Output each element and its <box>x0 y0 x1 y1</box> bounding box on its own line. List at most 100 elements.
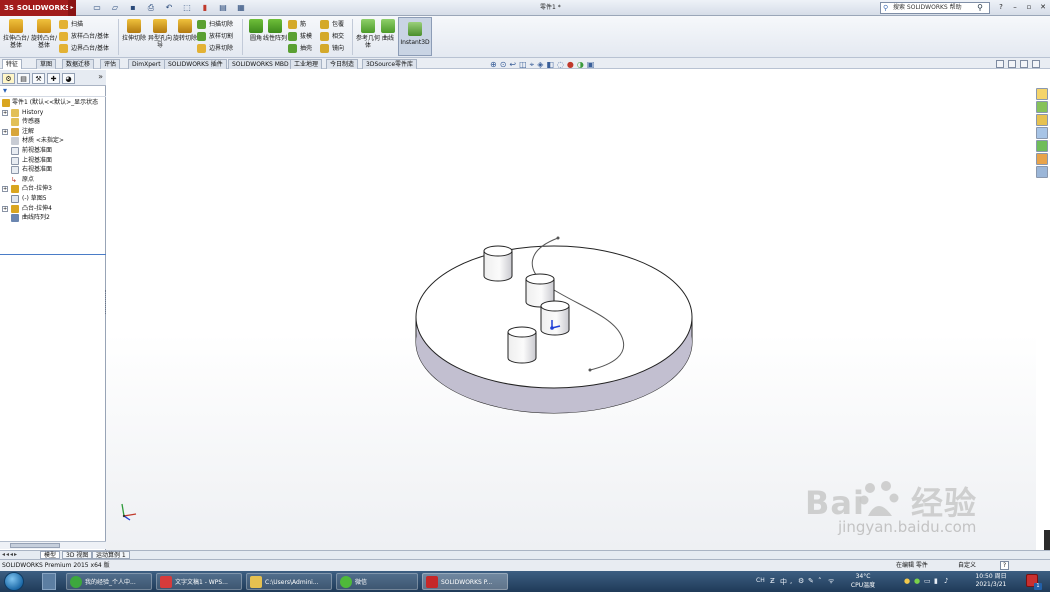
tree-item-right-plane[interactable]: 右视基准面 <box>0 165 106 175</box>
menu-expand-icon[interactable]: ▸ <box>68 0 76 16</box>
solidworks-logo[interactable]: 3S SOLIDWORKS <box>0 0 70 16</box>
file-explorer-icon[interactable] <box>1036 114 1048 126</box>
app-tray-icon[interactable]: ● <box>904 577 910 585</box>
edit-appearance-icon[interactable]: ● <box>567 60 574 70</box>
tree-item-curve-pattern2[interactable]: 曲线阵列2 <box>0 213 106 223</box>
ime-indicator[interactable]: CH <box>756 577 765 584</box>
boundary-cut-button[interactable]: 边界切除 <box>197 43 233 54</box>
tab-navigation-arrows[interactable]: ◂◂◂▸ <box>2 551 18 559</box>
loft-button[interactable]: 放样凸台/基体 <box>59 31 109 42</box>
revolve-cut-button[interactable]: 旋转切除 <box>171 19 199 42</box>
help-icon[interactable]: ? <box>996 2 1006 13</box>
network-icon[interactable]: ▭ <box>924 577 931 585</box>
configuration-manager-tab-icon[interactable]: ⚒ <box>32 73 45 84</box>
cpu-temperature-widget[interactable]: 34°C CPU温度 <box>848 572 878 590</box>
tree-item-history[interactable]: + History <box>0 108 106 118</box>
lofted-cut-button[interactable]: 放样切割 <box>197 31 233 42</box>
display-manager-tab-icon[interactable]: ◕ <box>62 73 75 84</box>
tab-motion-study[interactable]: 运动算例 1 <box>92 551 130 559</box>
expand-icon[interactable]: + <box>2 186 8 193</box>
boundary-boss-button[interactable]: 边界凸台/基体 <box>59 43 109 54</box>
viewport-minimize-icon[interactable] <box>1008 60 1016 68</box>
appearances-icon[interactable] <box>1036 140 1048 152</box>
tree-item-boss-extrude3[interactable]: + 凸台-拉伸3 <box>0 184 106 194</box>
zoom-area-icon[interactable]: ⊙ <box>500 60 507 70</box>
swept-cut-button[interactable]: 扫描切除 <box>197 19 233 30</box>
cylinder-boss[interactable] <box>483 245 513 282</box>
viewport-restore-icon[interactable] <box>1020 60 1028 68</box>
start-button[interactable] <box>4 572 24 591</box>
zoom-to-fit-icon[interactable]: ⊕ <box>490 60 497 70</box>
file-props-icon[interactable]: ▤ <box>216 2 230 14</box>
property-manager-tab-icon[interactable]: ▤ <box>17 73 30 84</box>
view-palette-icon[interactable] <box>1036 127 1048 139</box>
clock[interactable]: 10:50 周日 2021/3/21 <box>966 573 1016 589</box>
tree-root[interactable]: 零件1 (默认<<默认>_显示状态 <box>0 98 106 108</box>
hole-wizard-button[interactable]: 异型孔向导 <box>146 19 174 49</box>
ime-mode[interactable]: 中 <box>780 577 787 587</box>
tree-item-sketch5[interactable]: (-) 草图5 <box>0 194 106 204</box>
settings-gear-icon[interactable]: ⚙ <box>798 577 804 585</box>
tree-item-material[interactable]: 材质 <未指定> <box>0 136 106 146</box>
sweep-button[interactable]: 扫描 <box>59 19 83 30</box>
previous-view-icon[interactable]: ↩ <box>509 60 516 70</box>
rebuild-icon[interactable]: ▮ <box>198 2 212 14</box>
tab-sketch[interactable]: 草图 <box>36 59 57 69</box>
apply-scene-icon[interactable]: ◑ <box>577 60 584 70</box>
feature-manager-tab-icon[interactable]: ⚙ <box>2 73 15 84</box>
rib-button[interactable]: 筋 <box>288 19 306 30</box>
solidworks-resources-icon[interactable] <box>1036 88 1048 100</box>
volume-icon[interactable]: ♪ <box>944 577 948 585</box>
custom-properties-icon[interactable] <box>1036 153 1048 165</box>
restore-icon[interactable]: ▫ <box>1024 2 1034 13</box>
taskbar-app-wechat[interactable]: 微信 <box>336 573 418 590</box>
tab-dimxpert[interactable]: DimXpert <box>128 59 165 69</box>
print-icon[interactable]: ⎙ <box>144 2 158 14</box>
wrap-button[interactable]: 包覆 <box>320 19 344 30</box>
tab-industrial-geo[interactable]: 工业地理 <box>290 59 323 69</box>
panel-horizontal-scrollbar[interactable] <box>0 541 106 549</box>
view-settings-icon[interactable]: ▣ <box>587 60 595 70</box>
close-icon[interactable]: ✕ <box>1038 2 1048 13</box>
tab-today-manufacturing[interactable]: 今日制造 <box>326 59 359 69</box>
open-icon[interactable]: ▱ <box>108 2 122 14</box>
tab-model[interactable]: 模型 <box>40 551 61 559</box>
ime-z-icon[interactable]: Ƶ <box>770 577 775 585</box>
more-tabs-icon[interactable]: » <box>98 72 103 81</box>
tab-data-migration[interactable]: 数据迁移 <box>62 59 95 69</box>
search-go-icon[interactable]: ⚲ <box>972 2 988 14</box>
tab-3dsource[interactable]: 3DSource零件库 <box>362 59 418 69</box>
display-style-icon[interactable]: ◧ <box>546 60 554 70</box>
undo-icon[interactable]: ↶ <box>162 2 176 14</box>
tree-item-top-plane[interactable]: 上视基准面 <box>0 156 106 166</box>
instant3d-toggle[interactable]: Instant3D <box>398 17 432 56</box>
view-orientation-icon[interactable]: ◈ <box>537 60 543 70</box>
taskbar-app-wps[interactable]: 文字文稿1 - WPS... <box>156 573 242 590</box>
expand-icon[interactable]: + <box>2 205 8 212</box>
edit-icon[interactable]: ✎ <box>808 577 814 585</box>
units-customize-button[interactable]: 自定义 <box>958 560 976 571</box>
cylinder-boss[interactable] <box>540 300 570 336</box>
expand-icon[interactable]: + <box>2 128 8 135</box>
tree-item-origin[interactable]: ↳ 原点 <box>0 175 106 185</box>
scrollbar-thumb[interactable] <box>10 543 60 548</box>
taskbar-app-solidworks[interactable]: SOLIDWORKS P... <box>422 573 508 590</box>
extrude-cut-button[interactable]: 拉伸切除 <box>120 19 148 42</box>
extrude-boss-button[interactable]: 拉伸凸台/基体 <box>2 19 30 49</box>
design-library-icon[interactable] <box>1036 101 1048 113</box>
section-view-icon[interactable]: ◫ <box>519 60 527 70</box>
revolve-boss-button[interactable]: 旋转凸台/基体 <box>30 19 58 49</box>
expand-icon[interactable]: + <box>2 109 8 116</box>
tree-filter[interactable]: ▾ <box>0 86 106 97</box>
punctuation-icon[interactable]: , <box>790 577 792 585</box>
forum-icon[interactable] <box>1036 166 1048 178</box>
taskbar-app-explorer[interactable]: C:\Users\Admini... <box>246 573 332 590</box>
hide-show-icon[interactable]: ◌ <box>557 60 564 70</box>
tab-evaluate[interactable]: 评估 <box>100 59 121 69</box>
options-icon[interactable]: ▦ <box>234 2 248 14</box>
tab-mbd[interactable]: SOLIDWORKS MBD <box>228 59 293 69</box>
dynamic-annotation-icon[interactable]: ⌖ <box>530 60 535 70</box>
security-tray-icon[interactable]: ● <box>914 577 920 585</box>
save-icon[interactable]: ▪ <box>126 2 140 14</box>
minimize-icon[interactable]: – <box>1010 2 1020 13</box>
